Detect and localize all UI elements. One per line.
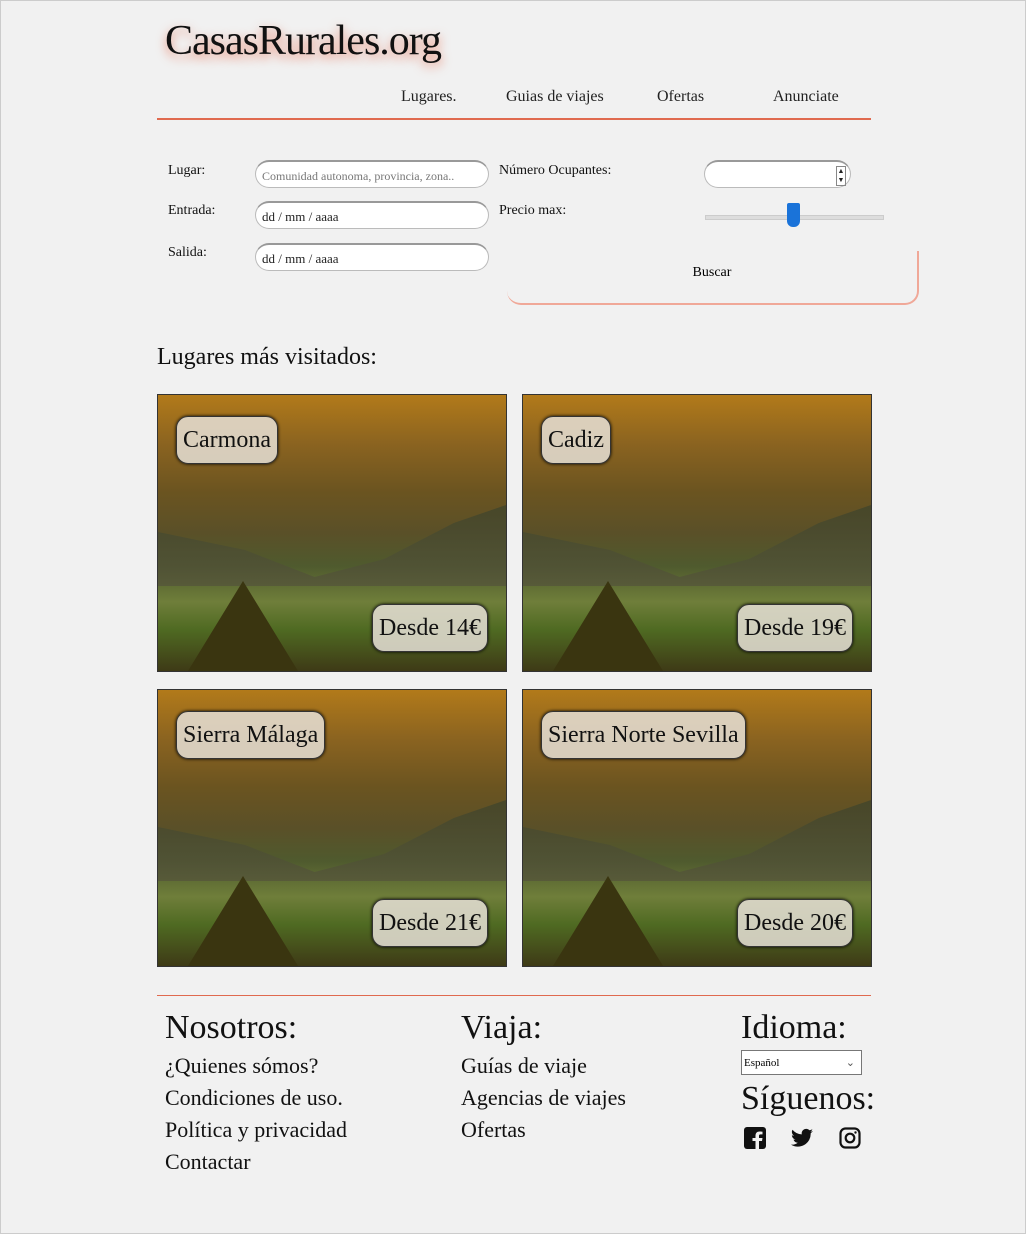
- logo[interactable]: CasasRurales.org: [165, 17, 442, 65]
- place-name: Sierra Norte Sevilla: [541, 711, 746, 759]
- salida-label: Salida:: [168, 245, 207, 260]
- chevron-down-icon: ⌄: [845, 1057, 855, 1069]
- section-title: Lugares más visitados:: [157, 344, 377, 370]
- idioma-heading: Idioma:: [741, 1009, 847, 1046]
- place-card-cadiz[interactable]: Cadiz Desde 19€: [522, 394, 872, 672]
- lugar-input[interactable]: Comunidad autonoma, provincia, zona..: [255, 160, 489, 188]
- idioma-select[interactable]: Español ⌄: [741, 1050, 862, 1075]
- facebook-icon[interactable]: [743, 1125, 767, 1151]
- main-nav: Lugares. Guias de viajes Ofertas Anuncia…: [157, 85, 871, 120]
- ocupantes-number-input[interactable]: ▲ ▼: [704, 160, 851, 188]
- link-contactar[interactable]: Contactar: [165, 1146, 347, 1178]
- precio-label: Precio max:: [499, 203, 567, 218]
- place-name: Cadiz: [541, 416, 611, 464]
- place-card-sierra-norte-sevilla[interactable]: Sierra Norte Sevilla Desde 20€: [522, 689, 872, 967]
- place-price: Desde 21€: [372, 899, 488, 947]
- link-quienes[interactable]: ¿Quienes sómos?: [165, 1050, 347, 1082]
- footer-divider: [157, 995, 871, 996]
- ocupantes-label: Número Ocupantes:: [499, 163, 612, 178]
- lugar-label: Lugar:: [168, 163, 206, 178]
- viaja-links: Guías de viaje Agencias de viajes Oferta…: [461, 1050, 626, 1146]
- entrada-date-input[interactable]: dd / mm / aaaa: [255, 201, 489, 229]
- page: CasasRurales.org Lugares. Guias de viaje…: [0, 0, 1026, 1234]
- spinner-icon[interactable]: ▲ ▼: [836, 166, 846, 186]
- place-card-sierra-malaga[interactable]: Sierra Málaga Desde 21€: [157, 689, 507, 967]
- place-name: Sierra Málaga: [176, 711, 326, 759]
- idioma-value: Español: [744, 1057, 780, 1069]
- siguenos-heading: Síguenos:: [741, 1080, 876, 1117]
- nav-ofertas[interactable]: Ofertas: [657, 88, 704, 106]
- instagram-icon[interactable]: [838, 1125, 862, 1151]
- link-agencias[interactable]: Agencias de viajes: [461, 1082, 626, 1114]
- link-ofertas[interactable]: Ofertas: [461, 1114, 626, 1146]
- link-condiciones[interactable]: Condiciones de uso.: [165, 1082, 347, 1114]
- place-name: Carmona: [176, 416, 278, 464]
- nav-lugares[interactable]: Lugares.: [401, 88, 457, 106]
- place-price: Desde 19€: [737, 604, 853, 652]
- buscar-button[interactable]: Buscar: [507, 251, 919, 305]
- place-price: Desde 14€: [372, 604, 488, 652]
- entrada-label: Entrada:: [168, 203, 216, 218]
- link-privacidad[interactable]: Política y privacidad: [165, 1114, 347, 1146]
- place-price: Desde 20€: [737, 899, 853, 947]
- twitter-icon[interactable]: [790, 1125, 814, 1151]
- nav-anunciate[interactable]: Anunciate: [773, 88, 839, 106]
- precio-slider-thumb[interactable]: [787, 203, 800, 227]
- salida-date-input[interactable]: dd / mm / aaaa: [255, 243, 489, 271]
- place-card-carmona[interactable]: Carmona Desde 14€: [157, 394, 507, 672]
- viaja-heading: Viaja:: [461, 1009, 543, 1046]
- nav-guias[interactable]: Guias de viajes: [506, 88, 604, 106]
- nosotros-links: ¿Quienes sómos? Condiciones de uso. Polí…: [165, 1050, 347, 1178]
- nosotros-heading: Nosotros:: [165, 1009, 298, 1046]
- link-guias[interactable]: Guías de viaje: [461, 1050, 626, 1082]
